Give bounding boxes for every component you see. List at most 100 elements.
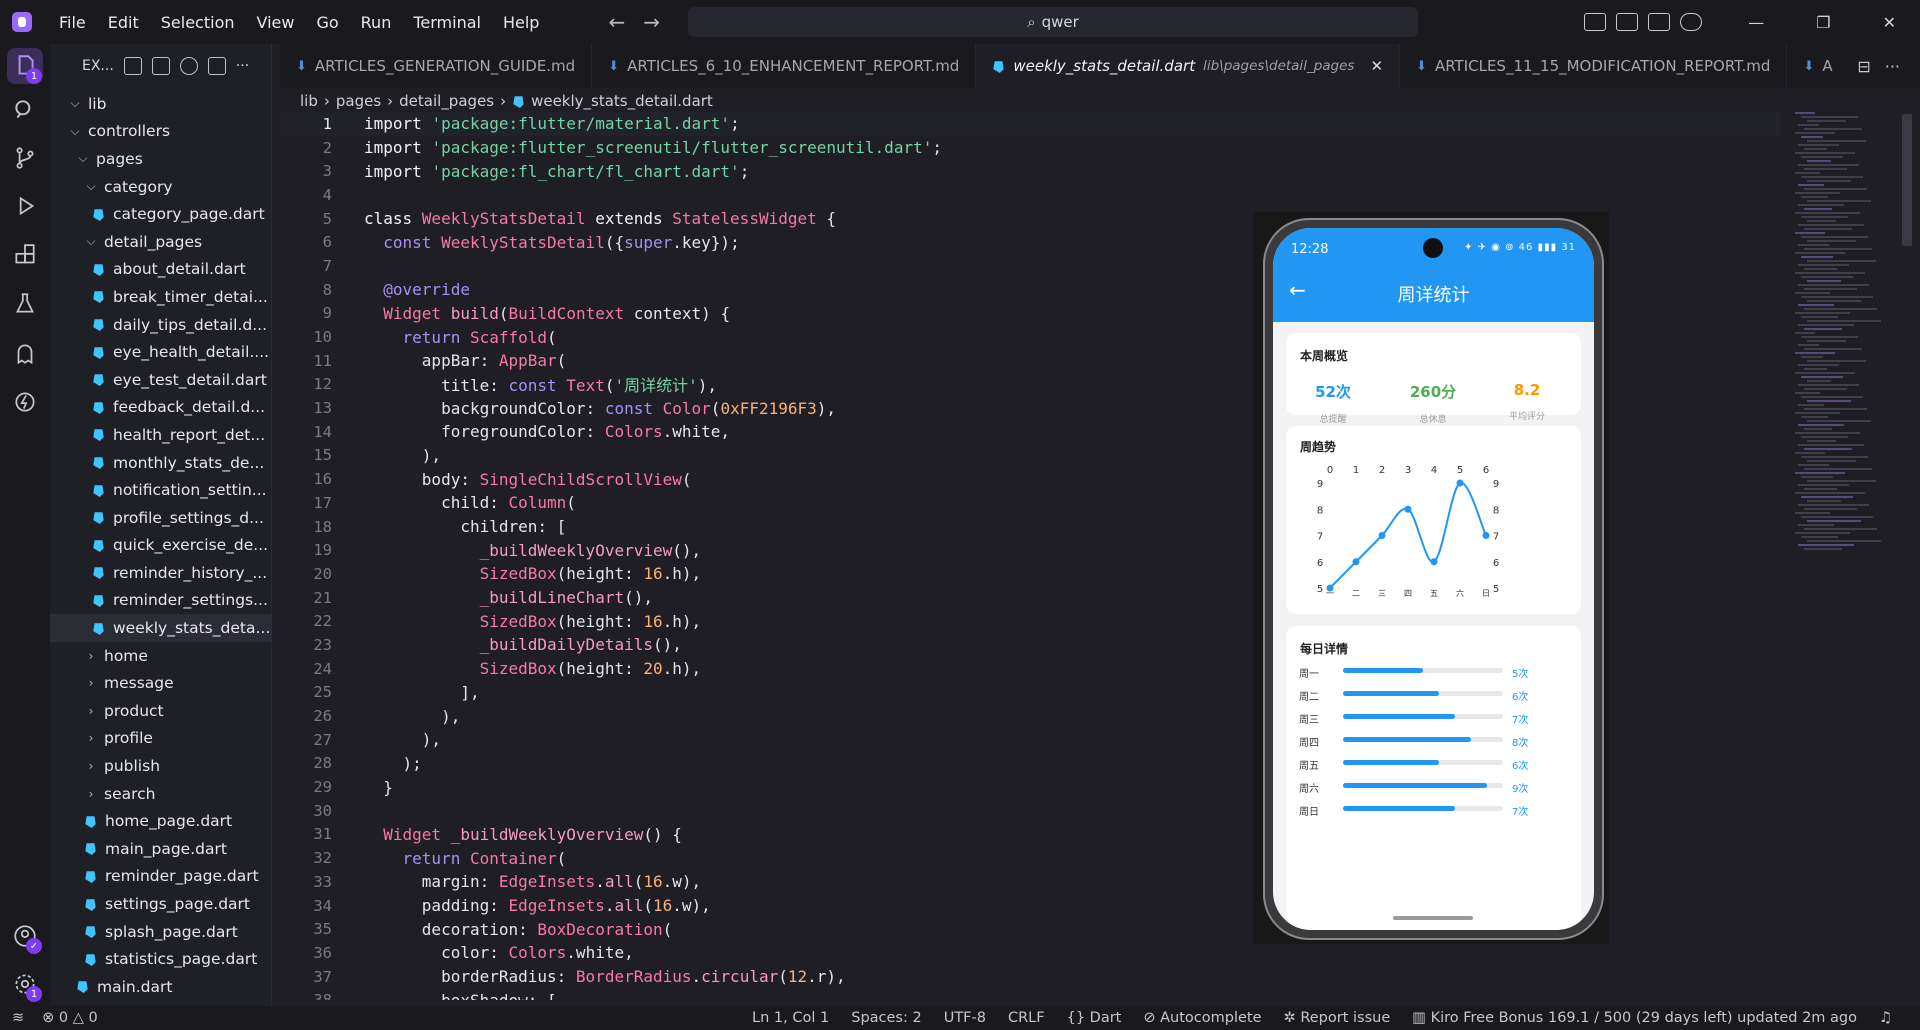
file-item[interactable]: category_page.dart [50,200,272,228]
menu-selection[interactable]: Selection [152,11,244,34]
file-item[interactable]: weekly_stats_deta... [50,614,272,642]
file-item[interactable]: splash_page.dart [50,918,272,946]
forward-arrow-icon[interactable]: → [643,10,660,34]
file-item[interactable]: health_report_det... [50,421,272,449]
editor-tab[interactable]: ⬇ A [1787,44,1848,88]
more-icon[interactable]: ··· [236,58,249,74]
menu-terminal[interactable]: Terminal [404,11,490,34]
chat-icon[interactable] [1680,13,1703,31]
extensions-activity[interactable] [0,234,50,278]
minimap[interactable] [1790,112,1881,572]
code-line[interactable]: 3 import 'package:fl_chart/fl_chart.dart'… [280,159,1780,183]
file-item[interactable]: break_timer_detai... [50,283,272,311]
code-line[interactable]: 37 borderRadius: BorderRadius.circular(1… [280,965,1780,989]
code-line[interactable]: 1 import 'package:flutter/material.dart'; [280,112,1780,136]
code-line[interactable]: 36 color: Colors.white, [280,941,1780,965]
folder-item[interactable]: › publish [50,752,272,780]
editor-scrollbar[interactable] [1902,114,1912,246]
folder-item[interactable]: › message [50,669,272,697]
file-item[interactable]: daily_tips_detail.d... [50,311,272,339]
indentation[interactable]: Spaces: 2 [851,1010,921,1026]
file-item[interactable]: home_page.dart [50,807,272,835]
file-item[interactable]: reminder_page.dart [50,863,272,891]
notifications-icon[interactable]: ♫ [1879,1010,1892,1026]
file-item[interactable]: about_detail.dart [50,256,272,284]
command-search-box[interactable]: ⌕ qwer [687,7,1418,37]
new-file-icon[interactable] [123,57,142,75]
manage-activity[interactable]: 1 [0,962,50,1006]
file-item[interactable]: eye_health_detail.... [50,338,272,366]
folder-item[interactable]: ⌵ pages [50,145,272,173]
source-control-activity[interactable] [0,136,50,180]
language-mode[interactable]: {} Dart [1067,1010,1122,1026]
menu-view[interactable]: View [248,11,304,34]
crumb-file[interactable]: weekly_stats_detail.dart [531,92,713,110]
folder-item[interactable]: ⌵ controllers [50,118,272,146]
refresh-icon[interactable] [179,57,198,75]
new-folder-icon[interactable] [151,57,170,75]
chevron-right-icon: › [88,703,94,718]
menu-help[interactable]: Help [494,11,548,34]
file-item[interactable]: reminder_history_... [50,559,272,587]
search-activity[interactable] [0,88,50,132]
collapse-all-icon[interactable] [207,57,226,75]
code-line[interactable]: 38 boxShadow: [ [280,988,1780,1000]
remote-icon[interactable]: ≋ [12,1010,24,1026]
file-item[interactable]: statistics_page.dart [50,945,272,973]
menu-run[interactable]: Run [352,11,401,34]
close-window-icon[interactable]: ✕ [1883,13,1896,32]
explorer-activity[interactable]: 1 [0,44,50,88]
run-debug-activity[interactable] [0,184,50,228]
crumb-detail-pages[interactable]: detail_pages [399,92,494,110]
folder-item[interactable]: › home [50,642,272,670]
layout-icon[interactable] [1584,13,1607,31]
usage-status[interactable]: ▥ Kiro Free Bonus 169.1 / 500 (29 days l… [1412,1010,1857,1026]
menu-file[interactable]: File [50,11,95,34]
mcp-activity[interactable] [0,380,50,424]
encoding[interactable]: UTF-8 [944,1010,986,1026]
report-issue[interactable]: ✲ Report issue [1284,1010,1391,1026]
toggle-sidebar-icon[interactable] [1616,13,1639,31]
menu-edit[interactable]: Edit [99,11,148,34]
editor-tab[interactable]: weekly_stats_detail.dart lib\pages\detail… [976,44,1401,88]
folder-item[interactable]: › product [50,697,272,725]
line-ending[interactable]: CRLF [1008,1010,1045,1026]
code-line[interactable]: 2 import 'package:flutter_screenutil/flut… [280,136,1780,160]
accounts-activity[interactable]: ✓ [0,914,50,958]
autocomplete-status[interactable]: ⊘ Autocomplete [1143,1010,1261,1026]
menu-go[interactable]: Go [307,11,347,34]
folder-item[interactable]: › search [50,780,272,808]
crumb-lib[interactable]: lib [300,92,318,110]
file-item[interactable]: quick_exercise_de... [50,532,272,560]
problems-indicator[interactable]: ⊗ 0 △ 0 [42,1010,98,1026]
more-actions-icon[interactable]: ··· [1885,57,1900,76]
back-arrow-icon[interactable]: ← [608,10,625,34]
editor-tab[interactable]: ⬇ ARTICLES_11_15_MODIFICATION_REPORT.md [1400,44,1788,88]
folder-item[interactable]: ⌵ detail_pages [50,228,272,256]
folder-item[interactable]: ⌵ category [50,173,272,201]
maximize-icon[interactable]: ❐ [1816,13,1830,32]
editor-tab[interactable]: ⬇ ARTICLES_6_10_ENHANCEMENT_REPORT.md [592,44,977,88]
file-item[interactable]: settings_page.dart [50,890,272,918]
data-point [1378,532,1386,539]
folder-item[interactable]: › profile [50,725,272,753]
minimize-icon[interactable]: — [1748,13,1764,32]
file-item[interactable]: eye_test_detail.dart [50,366,272,394]
kiro-activity[interactable] [0,332,50,376]
file-item[interactable]: monthly_stats_de... [50,449,272,477]
split-editor-icon[interactable]: ⊟ [1857,57,1870,76]
code-line[interactable]: 4 [280,183,1780,207]
folder-item[interactable]: ⌵ lib [50,90,272,118]
file-item[interactable]: notification_settin... [50,476,272,504]
file-item[interactable]: main.dart [50,973,272,1001]
close-tab-icon[interactable]: ✕ [1370,57,1383,75]
file-item[interactable]: main_page.dart [50,835,272,863]
crumb-pages[interactable]: pages [336,92,381,110]
file-item[interactable]: feedback_detail.d... [50,394,272,422]
toggle-panel-icon[interactable] [1648,13,1671,31]
editor-tab[interactable]: ⬇ ARTICLES_GENERATION_GUIDE.md [280,44,593,88]
file-item[interactable]: reminder_settings... [50,587,272,615]
file-item[interactable]: profile_settings_d... [50,504,272,532]
testing-activity[interactable] [0,282,50,326]
cursor-position[interactable]: Ln 1, Col 1 [752,1010,829,1026]
